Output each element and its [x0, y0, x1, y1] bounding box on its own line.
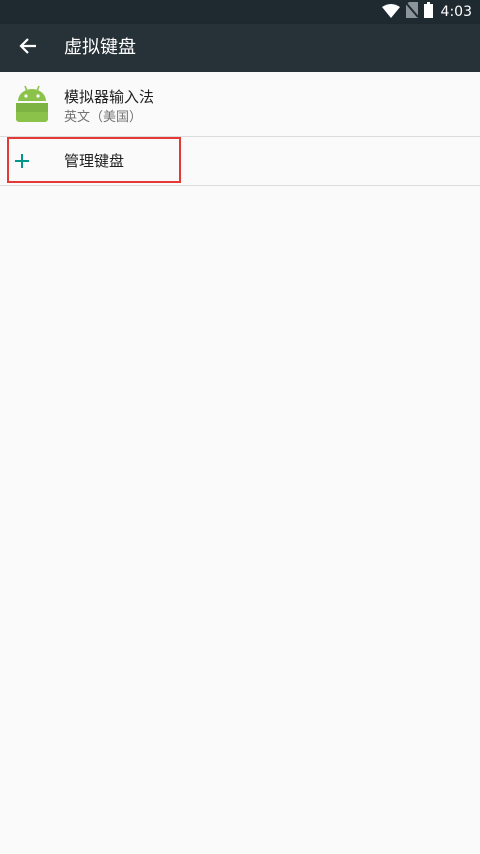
battery-icon — [423, 2, 433, 22]
keyboard-language: 英文（美国） — [64, 110, 143, 125]
manage-keyboards-label: 管理键盘 — [64, 152, 125, 170]
status-time: 4:03 — [440, 4, 472, 20]
app-bar: 虚拟键盘 — [0, 24, 480, 72]
arrow-back-icon — [19, 38, 37, 58]
no-sim-icon — [404, 2, 419, 22]
status-bar: 4:03 — [0, 0, 480, 24]
wifi-icon — [381, 3, 400, 22]
keyboard-name: 模拟器输入法 — [64, 88, 155, 106]
screen: 4:03 虚拟键盘 模拟器输入法 英文（美国） 管理键盘 — [0, 0, 480, 854]
plus-icon — [12, 151, 32, 171]
keyboard-item-emulator[interactable]: 模拟器输入法 英文（美国） — [0, 72, 480, 137]
keyboard-list: 模拟器输入法 英文（美国） 管理键盘 — [0, 72, 480, 186]
android-icon — [14, 84, 50, 124]
back-button[interactable] — [8, 28, 48, 68]
status-icons: 4:03 — [381, 0, 472, 24]
manage-keyboards-button[interactable]: 管理键盘 — [0, 137, 480, 186]
page-title: 虚拟键盘 — [64, 37, 136, 58]
